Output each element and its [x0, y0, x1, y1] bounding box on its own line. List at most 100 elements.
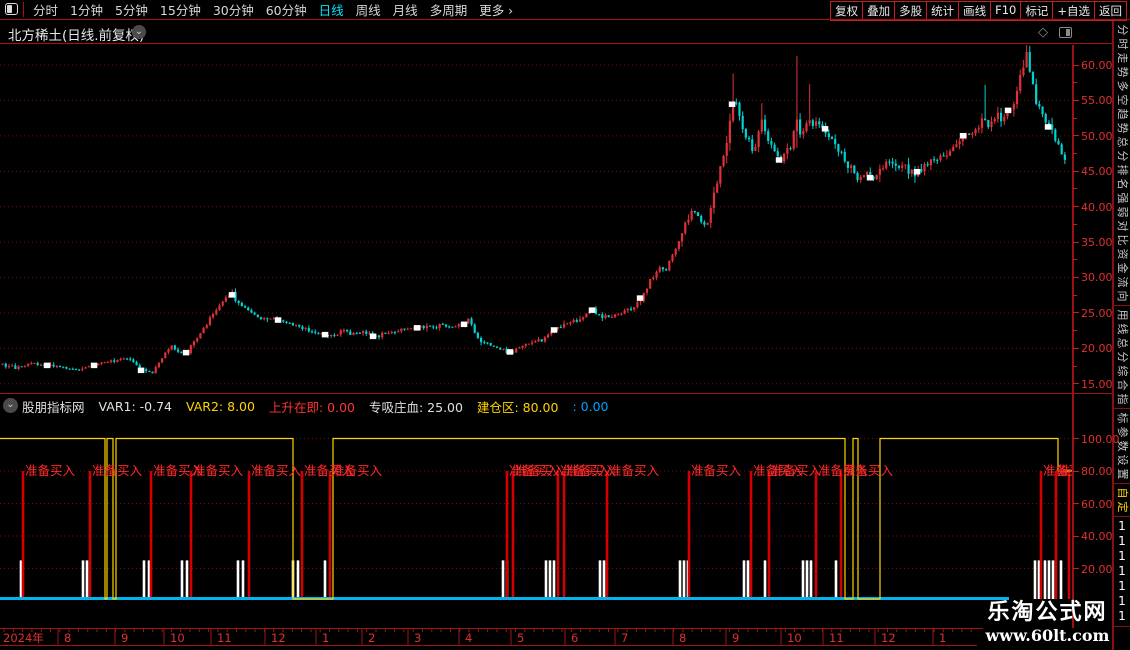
toolbar-button-1[interactable]: 叠加	[862, 1, 896, 21]
period-menu: 分时 1分钟 5分钟 15分钟 30分钟 60分钟 日线 周线 月线 多周期 更多 ›	[27, 0, 519, 19]
price-minor-tick	[1073, 153, 1077, 155]
indicator-chart[interactable]: 准备买入 准备买入 准备买入准备买入 准备买入 准备买入准备买入 准备买入准备买入准备买入…	[0, 418, 1072, 628]
month-marker	[959, 132, 967, 139]
sidebar-item[interactable]: 1	[1114, 519, 1130, 534]
toolbar-button-3[interactable]: 统计	[926, 1, 960, 21]
price-minor-tick	[1073, 170, 1077, 172]
period-tab-7[interactable]: 周线	[350, 0, 387, 19]
period-tab-3[interactable]: 15分钟	[154, 0, 207, 19]
price-tick-label: 45.00	[1081, 165, 1113, 179]
sidebar-item[interactable]: 1	[1114, 579, 1130, 594]
price-tick-label: 30.00	[1081, 271, 1113, 285]
sidebar-section-4: 1111111	[1114, 517, 1130, 627]
sidebar-item[interactable]: 定	[1115, 499, 1129, 515]
period-tab-5[interactable]: 60分钟	[260, 0, 313, 19]
layout-icon[interactable]	[5, 3, 18, 15]
volume-signal-bar	[236, 560, 240, 599]
chevron-down-icon[interactable]: ⌄	[132, 25, 146, 39]
price-minor-tick	[1073, 347, 1077, 349]
sidebar-item[interactable]: 置	[1115, 466, 1129, 482]
sidebar-item[interactable]: 1	[1114, 594, 1130, 609]
buy-signal-bar	[1054, 471, 1058, 599]
indicator-value-2: VAR2: 8.00	[185, 398, 255, 414]
volume-signal-bar	[678, 560, 682, 599]
date-axis[interactable]: 2024年 8 9 10 11 12 1 2 3 4 5 6 7 8 9 10 11 12 1	[0, 628, 1072, 650]
price-tick-label: 25.00	[1081, 306, 1113, 320]
panel-toggle-icon[interactable]	[1059, 27, 1072, 38]
month-label: 3	[414, 631, 421, 645]
period-tab-0[interactable]: 分时	[27, 0, 64, 19]
month-marker	[775, 157, 783, 163]
price-minor-tick	[1073, 223, 1077, 225]
price-minor-tick	[1073, 206, 1077, 208]
price-tick-label: 35.00	[1081, 236, 1113, 250]
buy-signal-label: 准备买入	[92, 463, 143, 478]
month-marker	[728, 101, 736, 107]
indicator-value-3: 上升在即: 0.00	[268, 399, 355, 415]
price-minor-tick	[1073, 135, 1077, 137]
buy-signal-bar	[749, 471, 753, 599]
price-minor-tick	[1073, 82, 1077, 84]
toolbar-button-4[interactable]: 画线	[958, 1, 992, 21]
price-minor-tick	[1073, 188, 1077, 190]
toolbar-button-7[interactable]: +自选	[1052, 1, 1095, 21]
sidebar-item[interactable]: 1	[1114, 549, 1130, 564]
buy-signal-bar	[511, 471, 515, 599]
sidebar-item[interactable]: 1	[1114, 564, 1130, 579]
month-marker	[821, 126, 829, 132]
price-minor-tick	[1073, 241, 1077, 243]
buy-signal-bar	[687, 471, 691, 599]
indicator-chevron-icon[interactable]: ⌄	[3, 398, 18, 413]
period-tab-8[interactable]: 月线	[387, 0, 424, 19]
volume-signal-bar	[544, 560, 548, 599]
month-marker	[1004, 107, 1012, 114]
price-minor-tick	[1073, 99, 1077, 101]
buy-signal-bar	[767, 471, 771, 599]
toolbar-button-8[interactable]: 返回	[1094, 1, 1127, 21]
volume-signal-bar	[180, 560, 184, 599]
price-minor-tick	[1073, 365, 1077, 367]
buy-signal-bar	[300, 471, 304, 599]
toolbar-button-0[interactable]: 复权	[830, 1, 864, 21]
period-tab-6[interactable]: 日线	[313, 0, 350, 19]
toolbar-button-6[interactable]: 标记	[1020, 1, 1054, 21]
period-tab-2[interactable]: 5分钟	[109, 0, 154, 19]
month-marker	[460, 321, 468, 328]
toolbar-button-5[interactable]: F10	[990, 1, 1022, 21]
month-label: 9	[121, 631, 128, 645]
sidebar-item[interactable]: 1	[1114, 609, 1130, 624]
price-tick	[1073, 383, 1079, 385]
period-tab-4[interactable]: 30分钟	[207, 0, 260, 19]
main-candlestick-chart[interactable]	[0, 45, 1072, 392]
toolbar-button-2[interactable]: 多股	[894, 1, 928, 21]
price-tick-label: 60.00	[1081, 59, 1113, 72]
volume-signal-bar	[296, 560, 300, 599]
month-marker	[90, 362, 98, 369]
price-tick-label: 50.00	[1081, 129, 1113, 143]
month-marker	[228, 292, 236, 298]
indicator-value-0: 股朋指标网	[22, 399, 85, 415]
period-tab-1[interactable]: 1分钟	[64, 0, 109, 19]
volume-signal-bar	[142, 560, 146, 599]
month-label: 6	[571, 631, 578, 645]
price-minor-tick	[1073, 117, 1077, 119]
month-label: 7	[621, 631, 628, 645]
sidebar-item[interactable]: 指	[1115, 391, 1129, 407]
month-label: 8	[64, 631, 71, 645]
volume-signal-bar	[501, 560, 505, 599]
indicator-tick-label: 40.00	[1081, 530, 1113, 543]
period-tab-10[interactable]: 更多 ›	[473, 0, 519, 19]
sidebar-item[interactable]: 1	[1114, 534, 1130, 549]
buy-signal-label: 准备买入	[609, 463, 660, 478]
period-tab-9[interactable]: 多周期	[424, 0, 474, 19]
diamond-icon: ◇	[1038, 25, 1048, 40]
volume-signal-bar	[1033, 560, 1037, 599]
volume-signal-bar	[602, 560, 606, 599]
month-label: 11	[829, 631, 844, 645]
candles-group	[1, 45, 1066, 374]
indicator-tick-label: 100.00	[1081, 432, 1120, 446]
sidebar-item[interactable]: 向	[1115, 288, 1129, 304]
month-label: 4	[465, 631, 472, 645]
buy-signal-bar	[1067, 471, 1071, 599]
month-label: 11	[217, 631, 232, 645]
